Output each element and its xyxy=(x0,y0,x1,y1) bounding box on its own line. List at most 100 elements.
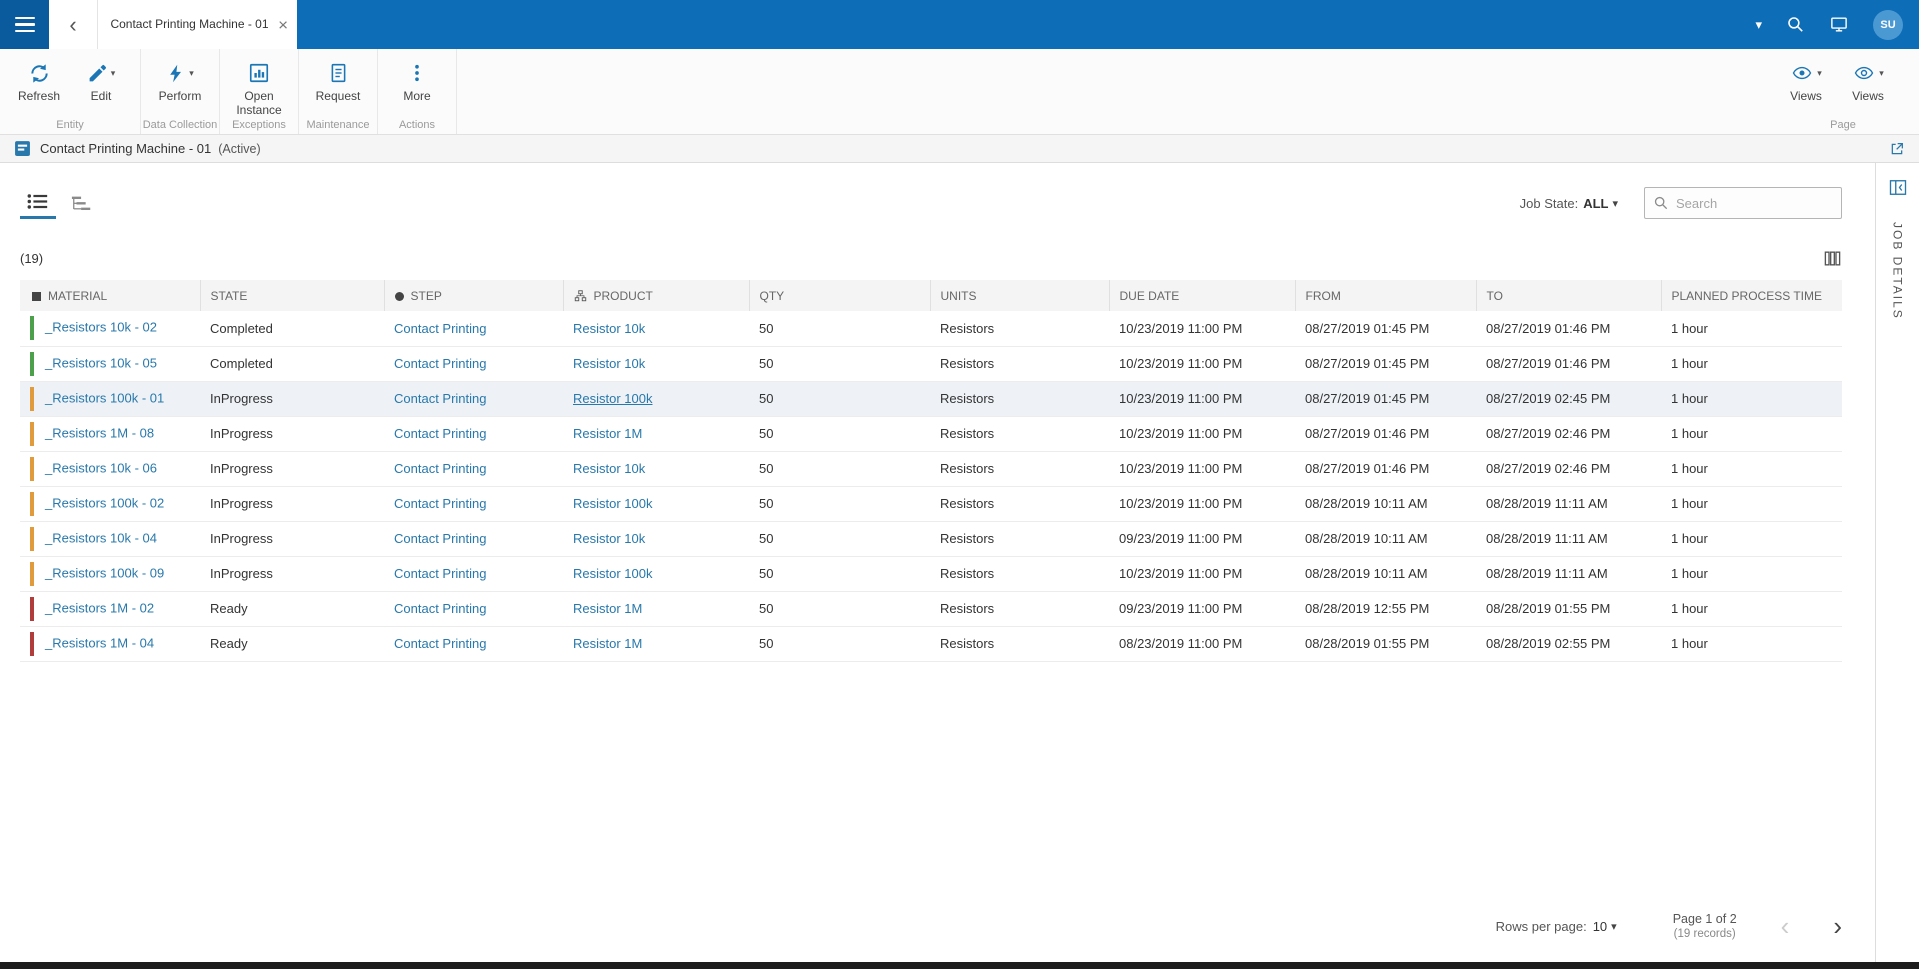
material-link[interactable]: _Resistors 1M - 02 xyxy=(45,600,154,615)
step-link[interactable]: Contact Printing xyxy=(394,356,487,371)
product-link[interactable]: Resistor 10k xyxy=(573,356,645,371)
views-button-2[interactable]: ▾ Views xyxy=(1837,57,1899,104)
column-header-units[interactable]: UNITS xyxy=(930,280,1110,311)
entity-status: (Active) xyxy=(218,141,261,156)
product-link[interactable]: Resistor 100k xyxy=(573,391,652,406)
material-link[interactable]: _Resistors 10k - 06 xyxy=(45,460,157,475)
step-link[interactable]: Contact Printing xyxy=(394,566,487,581)
material-link[interactable]: _Resistors 1M - 04 xyxy=(45,635,154,650)
tab-contact-printing-machine[interactable]: Contact Printing Machine - 01 × xyxy=(97,0,297,49)
product-link[interactable]: Resistor 1M xyxy=(573,636,642,651)
entity-title: Contact Printing Machine - 01 xyxy=(40,141,212,156)
table-row[interactable]: _Resistors 100k - 09 InProgress Contact Pr… xyxy=(20,556,1842,592)
step-link[interactable]: Contact Printing xyxy=(394,391,487,406)
cell-from: 08/28/2019 10:11 AM xyxy=(1295,556,1476,592)
product-link[interactable]: Resistor 10k xyxy=(573,531,645,546)
cell-step: Contact Printing xyxy=(384,626,563,662)
product-link[interactable]: Resistor 10k xyxy=(573,321,645,336)
caret-down-icon: ▾ xyxy=(110,67,116,78)
column-header-qty[interactable]: QTY xyxy=(749,280,931,311)
hierarchy-view-toggle[interactable] xyxy=(64,187,100,219)
column-header-product[interactable]: PRODUCT xyxy=(563,280,750,311)
filters: Job State: ALL ▾ xyxy=(1520,187,1842,219)
product-link[interactable]: Resistor 100k xyxy=(573,496,652,511)
material-link[interactable]: _Resistors 10k - 02 xyxy=(45,320,157,335)
tab-close-icon[interactable]: × xyxy=(278,16,288,33)
step-link[interactable]: Contact Printing xyxy=(394,636,487,651)
views-button-1[interactable]: ▾ Views xyxy=(1775,57,1837,104)
cell-to: 08/27/2019 01:46 PM xyxy=(1476,346,1661,382)
column-chooser-icon[interactable] xyxy=(1823,249,1842,268)
table-row[interactable]: _Resistors 1M - 02 Ready Contact Printing R… xyxy=(20,591,1842,627)
cell-from: 08/27/2019 01:45 PM xyxy=(1295,381,1476,417)
topbar-dropdown-caret-icon[interactable]: ▾ xyxy=(1755,17,1762,33)
list-view-toggle[interactable] xyxy=(20,187,56,219)
views-label-2: Views xyxy=(1852,89,1884,103)
product-link[interactable]: Resistor 10k xyxy=(573,461,645,476)
search-icon[interactable] xyxy=(1786,15,1805,34)
search-input[interactable] xyxy=(1676,195,1833,211)
material-link[interactable]: _Resistors 10k - 04 xyxy=(45,530,157,545)
edit-button[interactable]: ▾ Edit xyxy=(70,57,132,104)
prev-page-button[interactable]: ‹ xyxy=(1781,913,1790,939)
more-button[interactable]: More xyxy=(386,57,448,104)
column-header-due-date[interactable]: DUE DATE xyxy=(1109,280,1296,311)
ribbon-group-label-page: Page xyxy=(1830,119,1856,131)
resource-icon xyxy=(14,140,31,157)
more-label: More xyxy=(403,89,431,103)
perform-button[interactable]: ▾ Perform xyxy=(149,57,211,104)
next-page-button[interactable]: › xyxy=(1833,913,1842,939)
table-row[interactable]: _Resistors 10k - 02 Completed Contact Prin… xyxy=(20,311,1842,347)
table-row[interactable]: _Resistors 100k - 02 InProgress Contact Pr… xyxy=(20,486,1842,522)
hamburger-menu-button[interactable] xyxy=(0,0,49,49)
search-box[interactable] xyxy=(1644,187,1842,219)
column-header-step[interactable]: STEP xyxy=(384,280,564,311)
material-link[interactable]: _Resistors 1M - 08 xyxy=(45,425,154,440)
monitor-icon[interactable] xyxy=(1829,15,1849,34)
step-link[interactable]: Contact Printing xyxy=(394,531,487,546)
cell-from: 08/28/2019 10:11 AM xyxy=(1295,521,1476,557)
step-link[interactable]: Contact Printing xyxy=(394,461,487,476)
column-header-to[interactable]: TO xyxy=(1476,280,1662,311)
cell-state: InProgress xyxy=(200,486,384,522)
table-row[interactable]: _Resistors 10k - 06 InProgress Contact Pri… xyxy=(20,451,1842,487)
open-in-panel-icon[interactable] xyxy=(1889,141,1905,157)
step-link[interactable]: Contact Printing xyxy=(394,601,487,616)
avatar[interactable]: SU xyxy=(1873,9,1903,40)
material-link[interactable]: _Resistors 100k - 09 xyxy=(45,565,164,580)
material-link[interactable]: _Resistors 10k - 05 xyxy=(45,355,157,370)
ribbon-group-entity: Refresh ▾ Edit Entity xyxy=(0,49,141,134)
cell-material: _Resistors 1M - 08 xyxy=(20,416,200,452)
column-header-from[interactable]: FROM xyxy=(1295,280,1477,311)
step-link[interactable]: Contact Printing xyxy=(394,426,487,441)
caret-down-icon[interactable]: ▾ xyxy=(1612,197,1618,210)
cell-due_date: 10/23/2019 11:00 PM xyxy=(1109,416,1295,452)
records-info: (19 records) xyxy=(1673,928,1736,940)
column-header-planned-process-time[interactable]: PLANNED PROCESS TIME xyxy=(1661,280,1842,311)
column-header-material[interactable]: MATERIAL xyxy=(20,280,201,311)
collapse-panel-icon[interactable] xyxy=(1889,179,1907,196)
table-row[interactable]: _Resistors 10k - 05 Completed Contact Prin… xyxy=(20,346,1842,382)
material-link[interactable]: _Resistors 100k - 02 xyxy=(45,495,164,510)
refresh-button[interactable]: Refresh xyxy=(8,57,70,104)
rows-per-page-dropdown[interactable]: 10 ▾ xyxy=(1593,919,1617,934)
column-header-state[interactable]: STATE xyxy=(200,280,385,311)
product-link[interactable]: Resistor 1M xyxy=(573,426,642,441)
step-link[interactable]: Contact Printing xyxy=(394,496,487,511)
views-label-1: Views xyxy=(1790,89,1822,103)
back-button[interactable]: ‹ xyxy=(49,0,97,49)
product-link[interactable]: Resistor 1M xyxy=(573,601,642,616)
table-row[interactable]: _Resistors 100k - 01 InProgress Contact Pr… xyxy=(20,381,1842,417)
request-label: Request xyxy=(315,89,361,103)
step-link[interactable]: Contact Printing xyxy=(394,321,487,336)
table-row[interactable]: _Resistors 1M - 08 InProgress Contact Prin… xyxy=(20,416,1842,452)
job-state-dropdown[interactable]: ALL xyxy=(1583,196,1608,211)
table-row[interactable]: _Resistors 10k - 04 InProgress Contact Pri… xyxy=(20,521,1842,557)
open-instance-button[interactable]: Open Instance xyxy=(228,57,290,118)
material-link[interactable]: _Resistors 100k - 01 xyxy=(45,390,164,405)
cell-to: 08/27/2019 02:46 PM xyxy=(1476,416,1661,452)
request-button[interactable]: Request xyxy=(307,57,369,104)
cell-product: Resistor 100k xyxy=(563,381,749,417)
table-row[interactable]: _Resistors 1M - 04 Ready Contact Printing R… xyxy=(20,626,1842,662)
product-link[interactable]: Resistor 100k xyxy=(573,566,652,581)
